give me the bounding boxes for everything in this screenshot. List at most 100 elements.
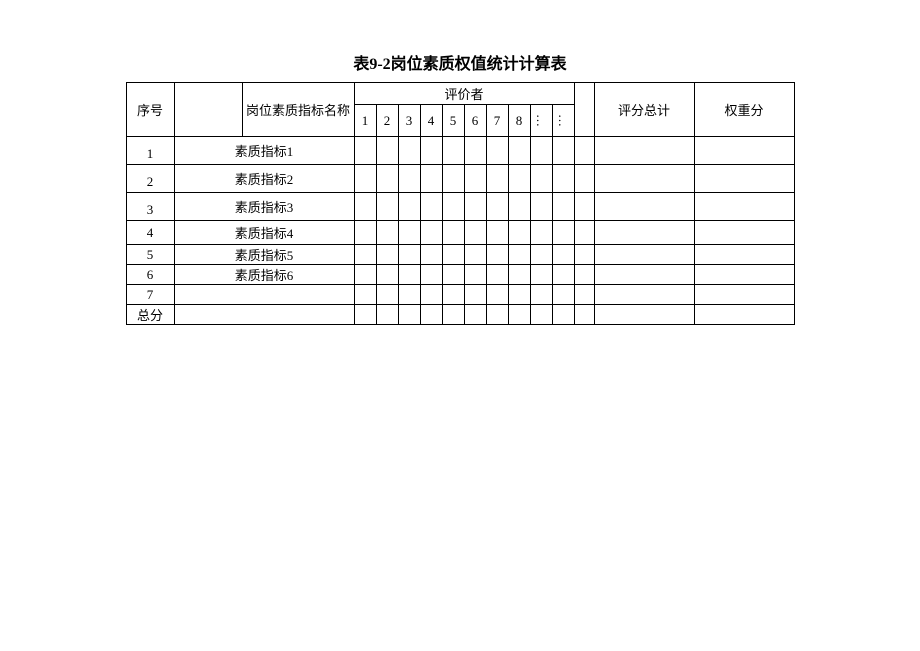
cell-seq: 1 <box>126 137 174 165</box>
cell-name: 素质指标6 <box>174 265 354 285</box>
cell-eval <box>376 165 398 193</box>
cell-eval <box>398 137 420 165</box>
cell-eval <box>552 193 574 221</box>
cell-total <box>594 221 694 245</box>
cell-eval <box>442 137 464 165</box>
table-title: 表9-2岗位素质权值统计计算表 <box>40 50 880 74</box>
cell-eval <box>442 193 464 221</box>
cell-eval <box>420 245 442 265</box>
cell-eval <box>398 285 420 305</box>
cell-eval <box>530 221 552 245</box>
cell-eval <box>354 193 376 221</box>
cell-eval <box>486 221 508 245</box>
table-row: 4 素质指标4 <box>126 221 794 245</box>
cell-eval <box>420 305 442 325</box>
cell-eval <box>508 305 530 325</box>
cell-eval <box>508 265 530 285</box>
header-eval-1: 1 <box>354 105 376 137</box>
cell-eval <box>530 165 552 193</box>
cell-eval <box>508 137 530 165</box>
header-weight: 权重分 <box>694 83 794 137</box>
cell-weight <box>694 245 794 265</box>
cell-total <box>594 193 694 221</box>
cell-eval <box>530 305 552 325</box>
cell-name: 素质指标1 <box>174 137 354 165</box>
header-eval-dots-1: … <box>530 105 552 137</box>
cell-eval <box>530 137 552 165</box>
cell-eval <box>354 137 376 165</box>
table-row: 6 素质指标6 <box>126 265 794 285</box>
cell-weight <box>694 265 794 285</box>
header-eval-5: 5 <box>442 105 464 137</box>
cell-total <box>594 165 694 193</box>
cell-blank2 <box>574 193 594 221</box>
calculation-table: 序号 岗位素质指标名称 评价者 评分总计 权重分 1 2 3 4 5 6 7 8… <box>126 82 795 325</box>
cell-eval <box>442 165 464 193</box>
cell-eval <box>552 245 574 265</box>
cell-eval <box>376 221 398 245</box>
cell-eval <box>398 265 420 285</box>
cell-name: 素质指标4 <box>174 221 354 245</box>
cell-name: 素质指标3 <box>174 193 354 221</box>
cell-eval <box>486 305 508 325</box>
cell-eval <box>464 285 486 305</box>
cell-eval <box>464 193 486 221</box>
header-eval-4: 4 <box>420 105 442 137</box>
cell-eval <box>420 137 442 165</box>
cell-eval <box>398 305 420 325</box>
header-sequence: 序号 <box>126 83 174 137</box>
cell-eval <box>376 137 398 165</box>
cell-eval <box>398 193 420 221</box>
table-row: 3 素质指标3 <box>126 193 794 221</box>
cell-seq: 5 <box>126 245 174 265</box>
cell-eval <box>508 193 530 221</box>
cell-eval <box>376 265 398 285</box>
cell-weight <box>694 165 794 193</box>
cell-seq: 2 <box>126 165 174 193</box>
cell-weight <box>694 221 794 245</box>
cell-total <box>594 305 694 325</box>
cell-eval <box>420 165 442 193</box>
cell-eval <box>354 165 376 193</box>
table-row: 2 素质指标2 <box>126 165 794 193</box>
cell-eval <box>464 137 486 165</box>
header-score-total: 评分总计 <box>594 83 694 137</box>
cell-weight <box>694 285 794 305</box>
cell-blank2 <box>574 221 594 245</box>
cell-eval <box>420 265 442 285</box>
cell-total <box>594 285 694 305</box>
cell-seq: 7 <box>126 285 174 305</box>
cell-eval <box>508 285 530 305</box>
header-eval-3: 3 <box>398 105 420 137</box>
cell-eval <box>464 165 486 193</box>
cell-eval <box>486 165 508 193</box>
cell-eval <box>530 193 552 221</box>
cell-eval <box>552 221 574 245</box>
cell-weight <box>694 137 794 165</box>
cell-eval <box>552 285 574 305</box>
cell-eval <box>420 193 442 221</box>
cell-eval <box>464 245 486 265</box>
header-eval-dots-2: … <box>552 105 574 137</box>
cell-eval <box>354 285 376 305</box>
cell-eval <box>442 265 464 285</box>
header-eval-8: 8 <box>508 105 530 137</box>
cell-weight <box>694 305 794 325</box>
cell-eval <box>530 265 552 285</box>
cell-eval <box>442 221 464 245</box>
header-evaluator: 评价者 <box>354 83 574 105</box>
cell-eval <box>420 221 442 245</box>
cell-eval <box>552 137 574 165</box>
cell-eval <box>420 285 442 305</box>
header-eval-7: 7 <box>486 105 508 137</box>
cell-seq: 6 <box>126 265 174 285</box>
cell-eval <box>486 193 508 221</box>
cell-weight <box>694 193 794 221</box>
table-row: 7 <box>126 285 794 305</box>
cell-seq: 3 <box>126 193 174 221</box>
cell-blank2 <box>574 285 594 305</box>
cell-eval <box>486 245 508 265</box>
table-row: 5 素质指标5 <box>126 245 794 265</box>
cell-eval <box>508 165 530 193</box>
header-blank <box>174 83 242 137</box>
